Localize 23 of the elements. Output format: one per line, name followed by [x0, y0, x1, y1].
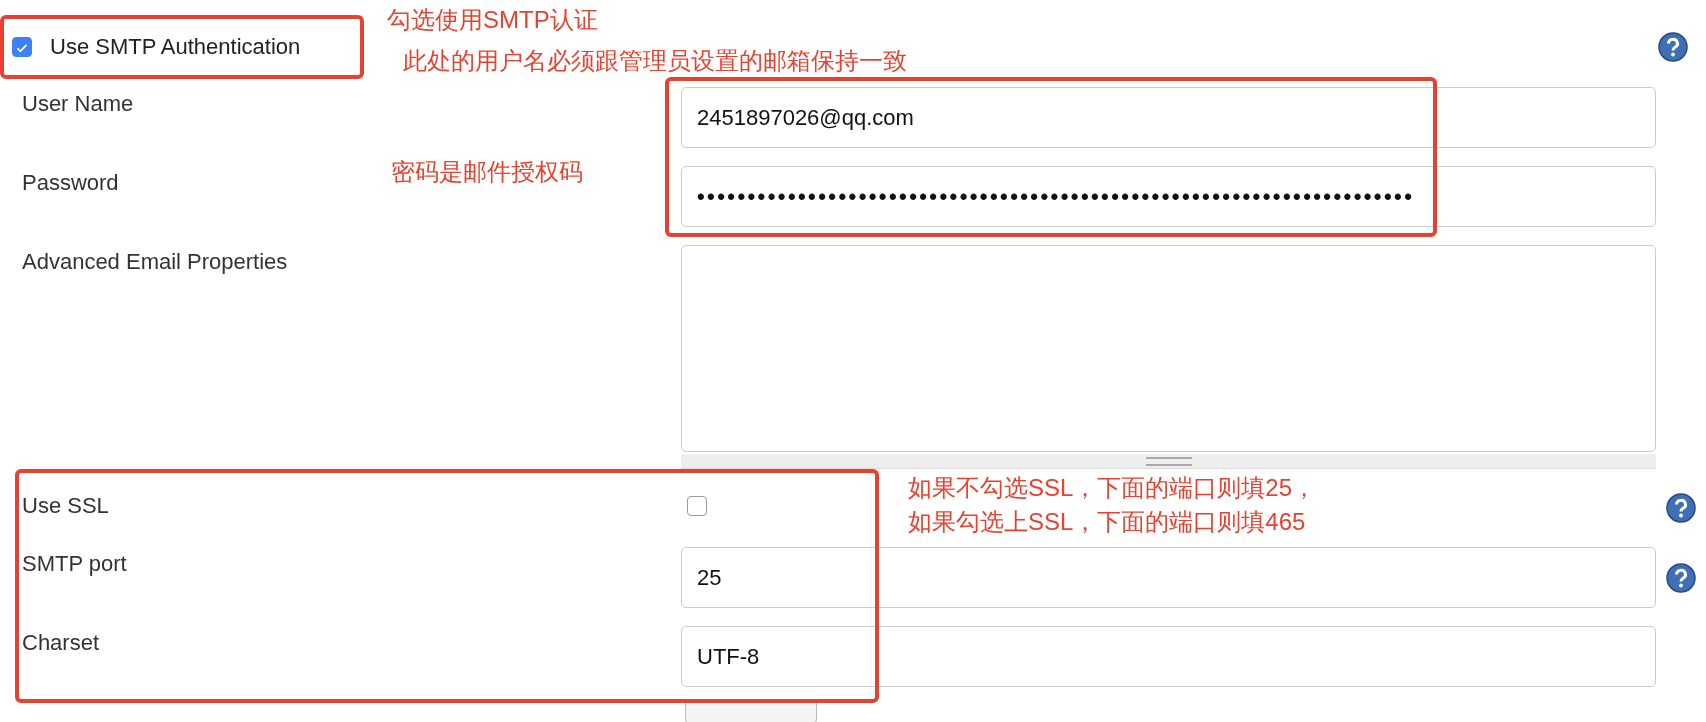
- input-field[interactable]: 25: [681, 547, 1656, 608]
- annotation-text: 勾选使用SMTP认证: [387, 8, 598, 32]
- field-label: Use SSL: [22, 493, 109, 519]
- resize-handle[interactable]: [681, 454, 1656, 469]
- field-label: Password: [22, 169, 119, 196]
- help-icon[interactable]: [1666, 493, 1696, 523]
- field-label: Charset: [22, 629, 100, 656]
- field-label: User Name: [22, 90, 134, 117]
- button[interactable]: [685, 701, 817, 722]
- input-field[interactable]: •••••••••••••••••••••••••••••••••••••••••••••••••••••••••••••••••••••••: [681, 166, 1656, 227]
- help-icon[interactable]: [1658, 32, 1688, 62]
- annotation-text: 如果勾选上SSL，下面的端口则填465: [908, 510, 1306, 534]
- field-label: Advanced Email Properties: [22, 248, 288, 275]
- checkbox[interactable]: [12, 37, 32, 57]
- help-icon[interactable]: [1666, 563, 1696, 593]
- annotation-text: 此处的用户名必须跟管理员设置的邮箱保持一致: [403, 49, 907, 73]
- checkbox-label: Use SMTP Authentication: [50, 34, 301, 60]
- annotation-text: 密码是邮件授权码: [391, 160, 583, 184]
- input-field[interactable]: UTF-8: [681, 626, 1656, 687]
- annotation-text: 如果不勾选SSL，下面的端口则填25，: [908, 476, 1317, 500]
- input-field[interactable]: 2451897026@qq.com: [681, 87, 1656, 148]
- checkbox[interactable]: [687, 496, 707, 516]
- field-label: SMTP port: [22, 550, 127, 577]
